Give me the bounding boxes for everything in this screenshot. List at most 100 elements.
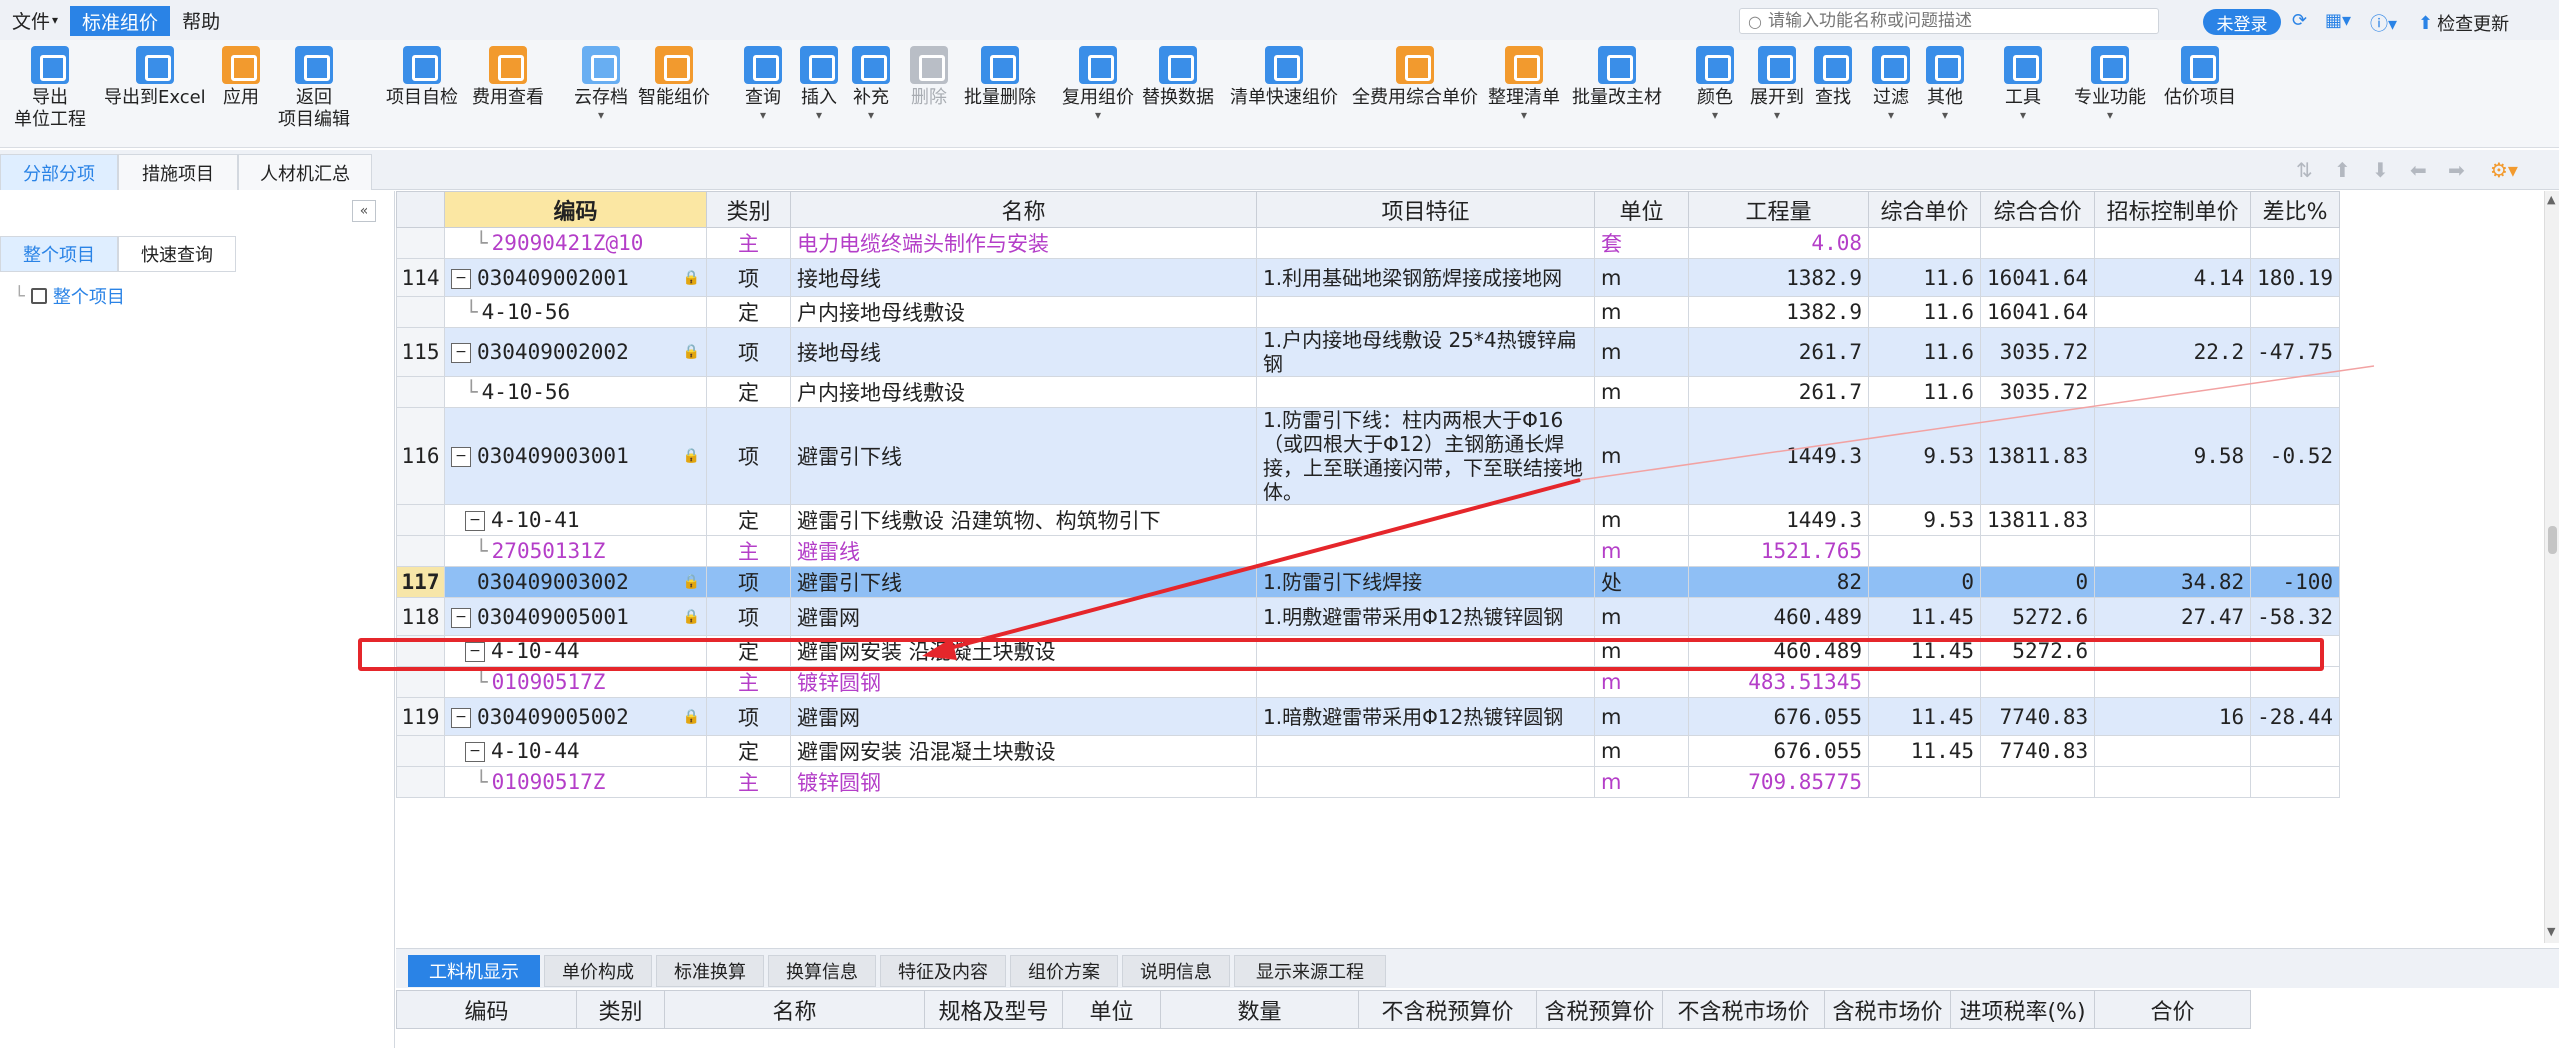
cell-feature[interactable]: 1.利用基础地梁钢筋焊接成接地网	[1256, 258, 1595, 297]
cell-total-price[interactable]: 13811.83	[1979, 407, 2096, 505]
cell-unit[interactable]: m	[1594, 407, 1689, 505]
cell-type[interactable]: 定	[706, 376, 791, 408]
cell-feature[interactable]	[1256, 735, 1595, 767]
cell-control-price[interactable]: 22.2	[2094, 327, 2252, 377]
scroll-thumb[interactable]	[2548, 526, 2557, 554]
cell-name[interactable]: 接地母线	[790, 327, 1257, 377]
col-header-feature[interactable]: 项目特征	[1256, 191, 1595, 228]
info-icon[interactable]: ⓘ▾	[2370, 10, 2397, 36]
cell-rownum[interactable]: 114	[396, 258, 445, 297]
cell-name[interactable]: 电力电缆终端头制作与安装	[790, 227, 1257, 259]
cell-unit-price[interactable]: 11.45	[1868, 597, 1981, 636]
cell-quantity[interactable]: 261.7	[1688, 327, 1869, 377]
detail-tab[interactable]: 显示来源工程	[1234, 955, 1386, 987]
move-left-icon[interactable]: ⬅	[2410, 158, 2427, 182]
expand-to-button[interactable]: 展开到 ▾	[1750, 46, 1804, 121]
cell-unit[interactable]: m	[1594, 666, 1689, 698]
cell-control-price[interactable]	[2094, 227, 2252, 259]
cell-quantity[interactable]: 261.7	[1688, 376, 1869, 408]
export-unit-button[interactable]: 导出 单位工程	[14, 46, 86, 131]
delete-button[interactable]: 删除	[910, 46, 948, 109]
cell-unit[interactable]: m	[1594, 635, 1689, 667]
cell-name[interactable]: 避雷网	[790, 597, 1257, 636]
detail-col-header[interactable]: 含税预算价	[1536, 990, 1663, 1029]
vertical-scrollbar[interactable]: ▲ ▼	[2544, 191, 2559, 943]
cell-code[interactable]: └ 4-10-56	[444, 376, 707, 408]
cell-name[interactable]: 避雷引下线敷设 沿建筑物、构筑物引下	[790, 504, 1257, 536]
cell-total-price[interactable]: 16041.64	[1979, 296, 2096, 328]
smart-pricing-button[interactable]: 智能组价	[638, 46, 710, 109]
refresh-icon[interactable]: ⟳	[2292, 10, 2307, 31]
cell-feature[interactable]: 1.户内接地母线敷设 25*4热镀锌扁钢	[1256, 327, 1595, 377]
detail-col-header[interactable]: 不含税预算价	[1358, 990, 1537, 1029]
table-row[interactable]: └ 27050131Z 主避雷线 m 1521.765	[396, 535, 2341, 567]
cell-control-price[interactable]	[2094, 504, 2252, 536]
cell-name[interactable]: 户内接地母线敷设	[790, 296, 1257, 328]
search-box[interactable]: ○	[1739, 8, 2159, 34]
cell-unit-price[interactable]: 11.45	[1868, 635, 1981, 667]
detail-col-header[interactable]: 数量	[1160, 990, 1359, 1029]
cell-rownum[interactable]: 119	[396, 697, 445, 736]
cell-feature[interactable]	[1256, 376, 1595, 408]
cell-name[interactable]: 避雷网	[790, 697, 1257, 736]
cell-quantity[interactable]: 82	[1688, 566, 1869, 598]
cell-rownum[interactable]: 115	[396, 327, 445, 377]
cell-diff[interactable]	[2250, 535, 2341, 567]
col-header-total-price[interactable]: 综合合价	[1979, 191, 2096, 228]
batch-delete-button[interactable]: 批量删除	[964, 46, 1036, 109]
cell-unit-price[interactable]: 11.45	[1868, 697, 1981, 736]
cell-quantity[interactable]: 1449.3	[1688, 407, 1869, 505]
apply-button[interactable]: 应用	[222, 46, 260, 109]
cell-rownum[interactable]	[396, 635, 445, 667]
cell-unit-price[interactable]: 11.45	[1868, 735, 1981, 767]
cell-type[interactable]: 项	[706, 258, 791, 297]
cell-unit[interactable]: 处	[1594, 566, 1689, 598]
cell-diff[interactable]	[2250, 666, 2341, 698]
cell-rownum[interactable]	[396, 735, 445, 767]
cell-unit-price[interactable]: 11.6	[1868, 258, 1981, 297]
cell-rownum[interactable]	[396, 227, 445, 259]
cloud-archive-button[interactable]: 云存档 ▾	[574, 46, 628, 121]
cell-name[interactable]: 户内接地母线敷设	[790, 376, 1257, 408]
cell-type[interactable]: 项	[706, 407, 791, 505]
col-header-unit-price[interactable]: 综合单价	[1868, 191, 1981, 228]
col-header-type[interactable]: 类别	[706, 191, 791, 228]
cell-unit[interactable]: m	[1594, 327, 1689, 377]
cell-total-price[interactable]: 3035.72	[1979, 376, 2096, 408]
sort-icon[interactable]: ⇅	[2296, 158, 2313, 182]
cell-name[interactable]: 接地母线	[790, 258, 1257, 297]
cell-unit[interactable]: m	[1594, 766, 1689, 798]
cell-total-price[interactable]: 16041.64	[1979, 258, 2096, 297]
cell-quantity[interactable]: 483.51345	[1688, 666, 1869, 698]
col-header-name[interactable]: 名称	[790, 191, 1257, 228]
cell-total-price[interactable]: 13811.83	[1979, 504, 2096, 536]
estimate-item-button[interactable]: 估价项目	[2164, 46, 2236, 109]
scroll-up-icon[interactable]: ▲	[2547, 193, 2555, 206]
cell-diff[interactable]	[2250, 766, 2341, 798]
cell-diff[interactable]: -58.32	[2250, 597, 2341, 636]
cell-name[interactable]: 避雷网安装 沿混凝土块敷设	[790, 735, 1257, 767]
cell-feature[interactable]: 1.防雷引下线焊接	[1256, 566, 1595, 598]
cell-code[interactable]: −4-10-44	[444, 635, 707, 667]
tree-item-whole-project[interactable]: └ 整个项目	[14, 283, 125, 309]
cell-control-price[interactable]	[2094, 535, 2252, 567]
cell-quantity[interactable]: 460.489	[1688, 635, 1869, 667]
detail-tab[interactable]: 单价构成	[544, 955, 652, 987]
cell-control-price[interactable]	[2094, 766, 2252, 798]
cell-rownum[interactable]	[396, 296, 445, 328]
cell-control-price[interactable]: 9.58	[2094, 407, 2252, 505]
cell-name[interactable]: 避雷网安装 沿混凝土块敷设	[790, 635, 1257, 667]
cell-control-price[interactable]	[2094, 296, 2252, 328]
supplement-button[interactable]: 补充 ▾	[852, 46, 890, 121]
detail-tab[interactable]: 标准换算	[656, 955, 764, 987]
cell-type[interactable]: 项	[706, 697, 791, 736]
table-row[interactable]: 117 030409003002 🔒 项避雷引下线 1.防雷引下线焊接处 82 0 0 34.8…	[396, 566, 2341, 598]
cell-total-price[interactable]	[1979, 666, 2096, 698]
table-row[interactable]: └ 01090517Z 主镀锌圆钢 m 709.85775	[396, 766, 2341, 798]
cell-type[interactable]: 定	[706, 635, 791, 667]
cell-unit[interactable]: m	[1594, 597, 1689, 636]
cell-total-price[interactable]: 7740.83	[1979, 697, 2096, 736]
grid-apps-icon[interactable]: ▦▾	[2325, 10, 2351, 31]
collapse-node-icon[interactable]: −	[451, 268, 471, 289]
cell-feature[interactable]	[1256, 666, 1595, 698]
